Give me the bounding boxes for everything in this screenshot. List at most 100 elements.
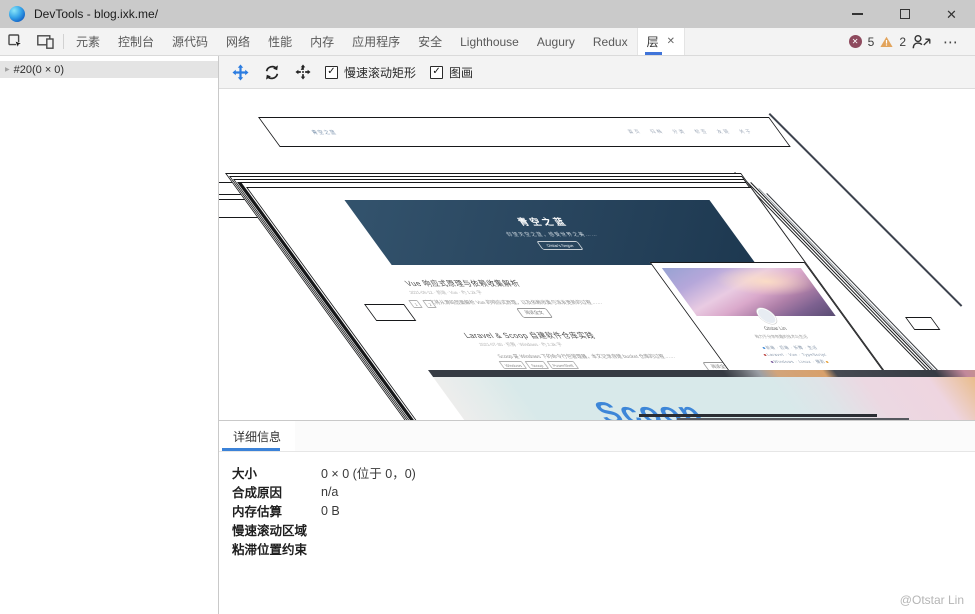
pager-chip: 1: [408, 300, 423, 308]
maximize-icon: [900, 9, 910, 19]
site-nav-links: 首页 归档 分类 标签 友链 关于: [626, 129, 755, 135]
window-controls: ✕: [834, 0, 975, 28]
article-title: Vue 响应式原理与依赖收集解析: [402, 278, 523, 289]
close-button[interactable]: ✕: [928, 0, 975, 28]
detail-row: 粘滞位置约束: [232, 539, 975, 558]
tab-details[interactable]: 详细信息: [219, 421, 295, 451]
minimize-icon: [852, 13, 863, 15]
tab-elements[interactable]: 元素: [67, 28, 109, 55]
detail-value: n/a: [321, 485, 338, 499]
expander-icon[interactable]: ▶: [5, 66, 10, 73]
article-title: Laravel & Scoop 自建软件仓库实践: [461, 330, 598, 341]
tab-lighthouse[interactable]: Lighthouse: [451, 28, 528, 55]
details-tabbar: 详细信息: [219, 421, 975, 452]
tab-redux[interactable]: Redux: [584, 28, 637, 55]
inspect-icon: [8, 34, 23, 49]
profile-description: 致力于分享有趣的技术与生活: [710, 334, 853, 340]
maximize-button[interactable]: [881, 0, 928, 28]
detail-label: 合成原因: [232, 482, 321, 501]
layers-3d-viewport[interactable]: 青空之蓝 首页 归档 分类 标签 友链 关于 青: [219, 89, 975, 420]
main-area: ▶ #20(0 × 0) ✓ 慢速滚动矩形 ✓ 图画: [0, 56, 975, 614]
article-meta: 2021-07-30 · 折腾 · Windows · 约 2.3k 字: [478, 342, 565, 348]
article-excerpt: Scoop 是 Windows 下的命令行包管理器，本文记录自建 bucket …: [496, 353, 748, 360]
layer-outline: [364, 304, 416, 321]
detail-row: 内存估算 0 B: [232, 501, 975, 520]
tab-security[interactable]: 安全: [409, 28, 451, 55]
minimize-button[interactable]: [834, 0, 881, 28]
read-more-button: 阅读全文: [516, 308, 553, 318]
layers-pane: ✓ 慢速滚动矩形 ✓ 图画 青空之蓝 首页 归档 分类 标签 友链 关于: [219, 56, 975, 614]
hero-subtitle: 仰望天空之蓝，感受世界之美……: [504, 231, 599, 238]
footer-strip: [428, 370, 975, 377]
detail-row: 慢速滚动区域: [232, 520, 975, 539]
article-meta: 2021-08-12 · 前端 · Vue · 约 1.2k 字: [408, 290, 484, 296]
layer-tree-item[interactable]: ▶ #20(0 × 0): [0, 61, 218, 78]
detail-label: 内存估算: [232, 501, 321, 520]
rotate-mode-icon[interactable]: [263, 64, 281, 81]
detail-row: 大小 0 × 0 (位于 0，0): [232, 463, 975, 482]
tabbar-separator: [63, 34, 64, 49]
devtools-window: DevTools - blog.ixk.me/ ✕ 元素 控制台 源代码 网络 …: [0, 0, 975, 614]
hero-button: Otstar's Segue: [537, 241, 584, 250]
detail-row: 合成原因 n/a: [232, 482, 975, 501]
error-badge-icon[interactable]: ✕: [849, 35, 862, 48]
layer-edge-line: [677, 418, 909, 420]
paints-label: 图画: [449, 64, 473, 81]
warning-count: 2: [899, 35, 906, 49]
detail-value: 0 × 0 (位于 0，0): [321, 463, 416, 482]
details-pane: 详细信息 大小 0 × 0 (位于 0，0) 合成原因 n/a 内存估算 0 B: [219, 420, 975, 614]
paints-checkbox[interactable]: ✓: [430, 66, 443, 79]
article-excerpt: 本文将从源码层面解析 Vue 的响应式原理，以及依赖收集与派发更新的过程……: [422, 299, 664, 306]
error-count: 5: [868, 35, 875, 49]
layer-outline: [905, 317, 940, 330]
inspect-element-button[interactable]: [0, 28, 30, 55]
article-tags: Windows Scoop PowerShell: [498, 361, 579, 369]
detail-label: 粘滞位置约束: [232, 539, 321, 558]
slow-scroll-checkbox-group[interactable]: ✓ 慢速滚动矩形: [325, 64, 416, 81]
tag-chip: PowerShell: [546, 361, 579, 369]
tab-performance[interactable]: 性能: [259, 28, 301, 55]
slow-scroll-label: 慢速滚动矩形: [344, 64, 416, 81]
tab-augury[interactable]: Augury: [528, 28, 584, 55]
layers-toolbar: ✓ 慢速滚动矩形 ✓ 图画: [219, 56, 975, 89]
hero-title: 青空之蓝: [514, 215, 571, 228]
navbar-layer[interactable]: 青空之蓝 首页 归档 分类 标签 友链 关于: [258, 117, 791, 147]
feedback-person-icon[interactable]: [912, 34, 932, 49]
tab-layers[interactable]: 层 ✕: [637, 28, 685, 55]
tab-application[interactable]: 应用程序: [343, 28, 409, 55]
tag-chip: Scoop: [525, 361, 549, 369]
tab-network[interactable]: 网络: [217, 28, 259, 55]
tab-console[interactable]: 控制台: [109, 28, 163, 55]
detail-value: 0 B: [321, 504, 340, 518]
profile-tags: 前端 · 后端 · 折腾 · 生活 Laravel · Vue · TypeSc…: [717, 344, 872, 366]
edge-logo-icon: [9, 6, 25, 22]
paints-checkbox-group[interactable]: ✓ 图画: [430, 64, 473, 81]
tab-sources[interactable]: 源代码: [163, 28, 217, 55]
titlebar: DevTools - blog.ixk.me/ ✕: [0, 0, 975, 28]
window-title: DevTools - blog.ixk.me/: [34, 7, 158, 21]
details-body: 大小 0 × 0 (位于 0，0) 合成原因 n/a 内存估算 0 B 慢速滚动…: [219, 452, 975, 558]
site-brand: 青空之蓝: [309, 129, 338, 136]
layer-item-label: #20(0 × 0): [14, 64, 64, 76]
reset-transform-icon[interactable]: [295, 64, 311, 80]
detail-label: 大小: [232, 463, 321, 482]
tag-chip: Windows: [498, 361, 527, 369]
slow-scroll-checkbox[interactable]: ✓: [325, 66, 338, 79]
detail-label: 慢速滚动区域: [232, 520, 321, 539]
watermark: @Otstar Lin: [900, 593, 964, 607]
hero-banner: 青空之蓝 仰望天空之蓝，感受世界之美…… Otstar's Segue: [344, 200, 756, 265]
close-icon: ✕: [946, 8, 957, 21]
more-menu-button[interactable]: ⋯: [938, 33, 964, 51]
layer-tree-sidebar: ▶ #20(0 × 0): [0, 56, 219, 614]
tab-close-icon[interactable]: ✕: [667, 36, 675, 47]
tab-layers-label: 层: [647, 33, 659, 50]
devtools-tabbar: 元素 控制台 源代码 网络 性能 内存 应用程序 安全 Lighthouse A…: [0, 28, 975, 56]
layer-edge-line: [639, 414, 877, 417]
warning-icon[interactable]: [880, 36, 893, 48]
pan-mode-icon[interactable]: [232, 64, 249, 81]
tab-memory[interactable]: 内存: [301, 28, 343, 55]
device-toolbar-icon: [37, 35, 54, 49]
profile-name: Otstar Lin: [704, 326, 847, 332]
device-toolbar-button[interactable]: [30, 28, 60, 55]
profile-artwork-image: [662, 268, 836, 316]
